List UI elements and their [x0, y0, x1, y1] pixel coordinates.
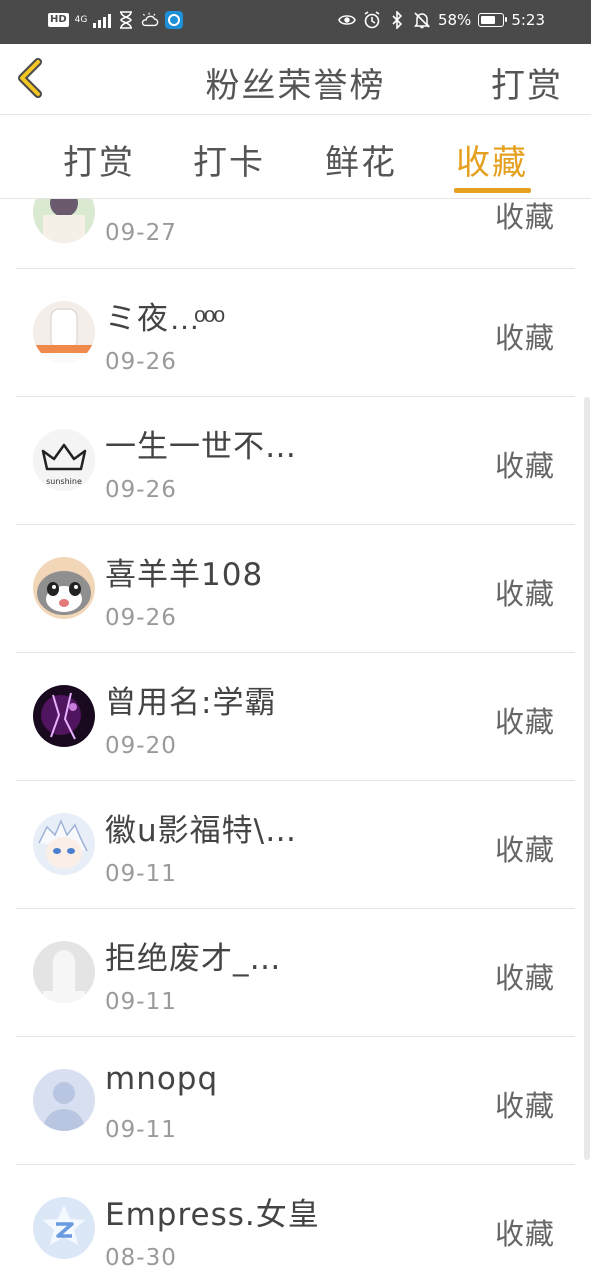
avatar [33, 685, 95, 747]
alarm-icon [363, 11, 381, 29]
list-item[interactable]: 喜羊羊108 09-26 收藏 [16, 525, 575, 653]
hourglass-icon [117, 11, 135, 29]
list-item[interactable]: mnopq 09-11 收藏 [16, 1037, 575, 1165]
avatar [33, 941, 95, 1003]
fan-action: 收藏 [494, 577, 555, 611]
active-tab-indicator [454, 188, 531, 193]
fan-date: 09-11 [105, 861, 177, 887]
fan-action: 收藏 [494, 833, 555, 867]
list-item[interactable]: 拒绝废才_… 09-11 收藏 [16, 909, 575, 1037]
mute-bell-icon [413, 11, 431, 29]
avatar [33, 1069, 95, 1131]
fan-date: 09-26 [105, 477, 177, 503]
hd-badge: HD [48, 13, 69, 27]
eye-icon [338, 11, 356, 29]
status-bar: HD 4G 58% 5:23 [0, 0, 591, 44]
list-item[interactable]: Empress.女皇 08-30 收藏 [16, 1165, 575, 1280]
avatar [33, 813, 95, 875]
fan-date: 09-26 [105, 349, 177, 375]
network-type: 4G [74, 14, 88, 25]
status-time: 5:23 [511, 11, 545, 29]
fan-action: 收藏 [494, 200, 555, 234]
avatar [33, 301, 95, 363]
tab-favorites[interactable]: 收藏 [456, 135, 528, 184]
battery-percent: 58% [437, 11, 472, 29]
fan-name: ミ夜…ͦ ͦ ͦ [105, 301, 221, 337]
battery-icon [478, 13, 508, 27]
fan-list[interactable]: 09-27 收藏 ミ夜…ͦ ͦ ͦ 09-26 收藏 sunshine 一生一世… [0, 199, 591, 1280]
fan-date: 09-26 [105, 605, 177, 631]
fan-name: Empress.女皇 [105, 1197, 320, 1233]
fan-date: 09-20 [105, 733, 177, 759]
list-item[interactable]: sunshine 一生一世不… 09-26 收藏 [16, 397, 575, 525]
fan-action: 收藏 [494, 1217, 555, 1251]
fan-name: 一生一世不… [105, 429, 297, 465]
fan-action: 收藏 [494, 1089, 555, 1123]
network-label: 4G [74, 14, 88, 25]
fan-action: 收藏 [494, 705, 555, 739]
fan-name: 拒绝废才_… [105, 941, 282, 977]
tab-reward[interactable]: 打赏 [63, 135, 135, 184]
browser-app-icon [165, 11, 184, 29]
fan-action: 收藏 [494, 961, 555, 995]
list-item[interactable]: ミ夜…ͦ ͦ ͦ 09-26 收藏 [16, 269, 575, 397]
weather-icon [141, 11, 159, 29]
avatar [33, 199, 95, 243]
fan-name: 徽u影福特\… [105, 813, 298, 849]
fan-date: 09-11 [105, 989, 177, 1015]
status-left-group: HD 4G [48, 11, 184, 29]
tab-flowers[interactable]: 鲜花 [325, 135, 397, 184]
tab-checkin[interactable]: 打卡 [193, 135, 265, 184]
fan-action: 收藏 [494, 449, 555, 483]
fan-date: 09-11 [105, 1117, 177, 1143]
fan-date: 08-30 [105, 1245, 177, 1271]
tab-bar: 打赏 打卡 鲜花 收藏 [0, 115, 591, 199]
reward-button[interactable]: 打赏 [491, 58, 563, 107]
app-header: 粉丝荣誉榜 打赏 [0, 44, 591, 115]
avatar: sunshine [33, 429, 95, 491]
signal-icon [93, 12, 112, 28]
bluetooth-icon [388, 11, 406, 29]
list-item[interactable]: 09-27 收藏 [16, 199, 575, 269]
fan-name: 喜羊羊108 [105, 557, 264, 593]
fan-name: 曾用名:学霸 [105, 685, 277, 721]
list-item[interactable]: 徽u影福特\… 09-11 收藏 [16, 781, 575, 909]
fan-date: 09-27 [105, 220, 177, 246]
avatar-caption: sunshine [46, 477, 82, 486]
scrollbar[interactable] [584, 397, 590, 1160]
avatar [33, 557, 95, 619]
status-right-group: 58% 5:23 [338, 11, 545, 29]
fan-name: mnopq [105, 1061, 219, 1097]
list-item[interactable]: 曾用名:学霸 09-20 收藏 [16, 653, 575, 781]
avatar [33, 1197, 95, 1259]
fan-action: 收藏 [494, 321, 555, 355]
